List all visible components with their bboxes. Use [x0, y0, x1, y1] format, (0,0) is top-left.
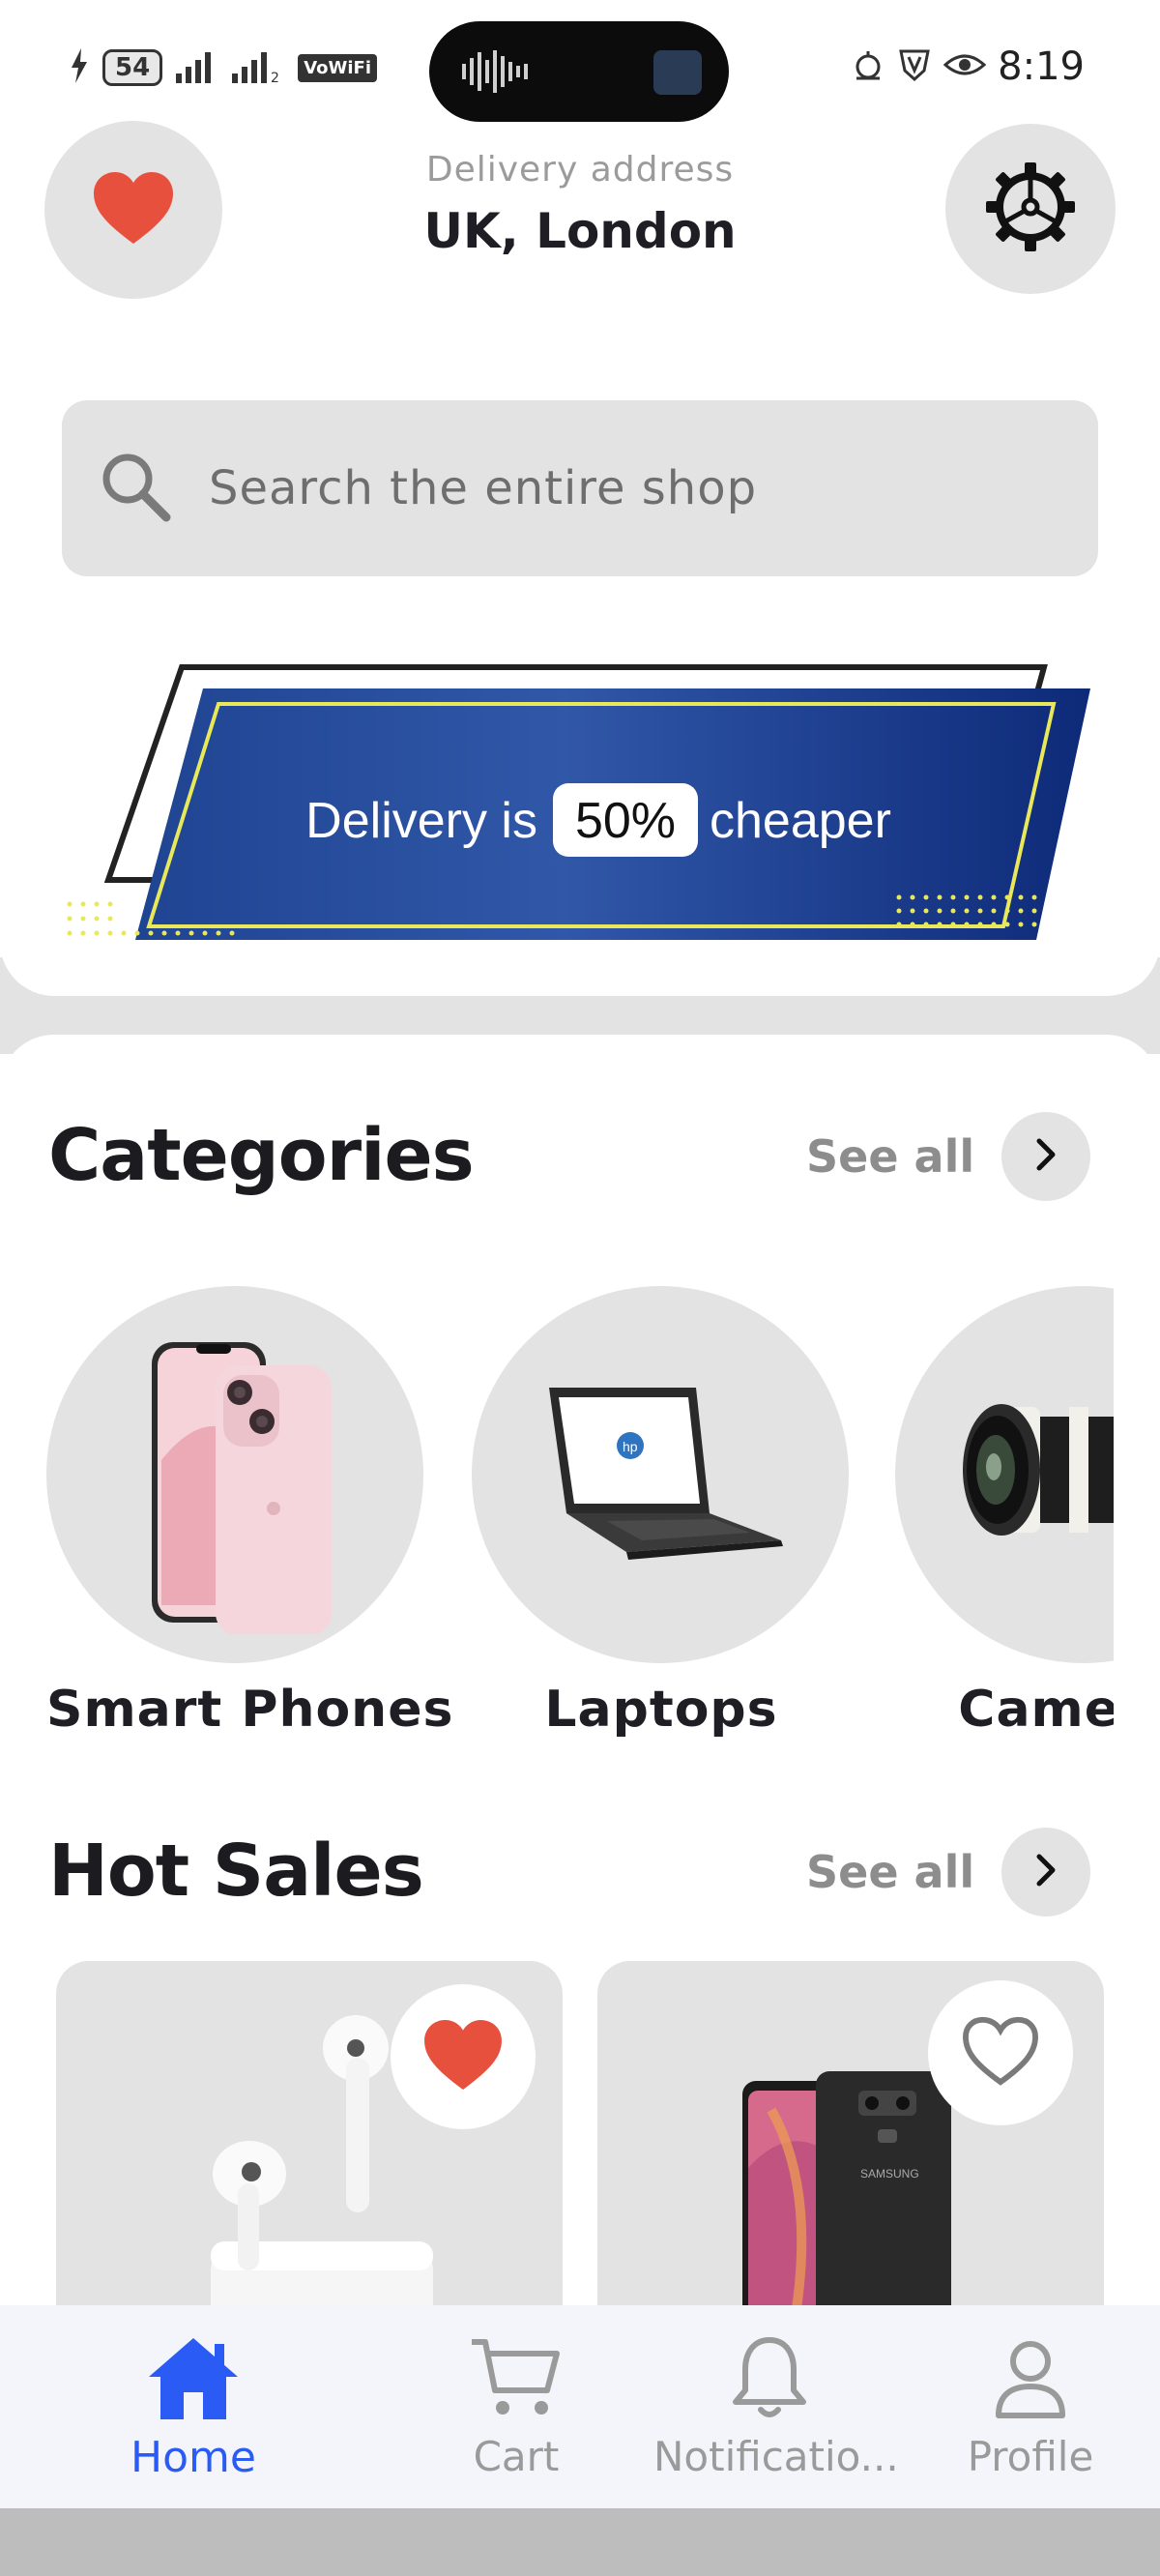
category-label: Cameras [958, 1681, 1114, 1739]
heart-filled-icon [422, 2018, 504, 2095]
category-cameras[interactable]: Cameras [895, 1286, 1114, 1739]
home-icon [145, 2338, 242, 2425]
laptop-image: hp [472, 1286, 849, 1663]
svg-text:hp: hp [623, 1439, 638, 1454]
bell-icon [726, 2337, 813, 2425]
category-smart-phones[interactable]: Smart Phones [46, 1286, 454, 1739]
phone-image [46, 1286, 423, 1663]
system-navigation-bar [0, 2508, 1160, 2576]
favorite-toggle[interactable] [391, 1984, 536, 2129]
dynamic-island [429, 21, 729, 122]
category-label: Laptops [544, 1681, 778, 1739]
promo-banner[interactable]: Delivery is 50% cheaper [58, 658, 1102, 957]
category-laptops[interactable]: hp Laptops [472, 1286, 851, 1739]
svg-text:SAMSUNG: SAMSUNG [860, 2167, 919, 2181]
delivery-address-value: UK, London [423, 203, 737, 259]
clock: 8:19 [998, 44, 1085, 89]
signal-icon-2: 2 [232, 48, 284, 87]
nav-notifications[interactable]: Notificatio... [653, 2334, 899, 2480]
nav-label: Home [130, 2433, 256, 2482]
banner-text-before: Delivery is [305, 793, 537, 849]
nav-cart[interactable]: Cart [400, 2334, 632, 2480]
hot-sales-title: Hot Sales [48, 1830, 424, 1913]
bottom-navigation: Home Cart Notificatio... Profile [0, 2305, 1160, 2508]
delivery-address[interactable]: Delivery address UK, London [290, 150, 870, 259]
nav-home[interactable]: Home [77, 2334, 309, 2482]
nav-label: Notificatio... [653, 2433, 899, 2480]
cart-icon [468, 2339, 565, 2425]
alarm-icon [851, 47, 885, 86]
camera-image [895, 1286, 1114, 1663]
charging-icon [70, 48, 89, 87]
see-all-arrow-button[interactable] [1001, 1828, 1091, 1917]
heart-outline-icon [960, 2014, 1041, 2092]
categories-title: Categories [48, 1114, 475, 1197]
delivery-address-label: Delivery address [425, 150, 735, 190]
vpn-shield-icon [897, 47, 932, 86]
nav-label: Profile [967, 2433, 1094, 2480]
see-all-arrow-button[interactable] [1001, 1112, 1091, 1201]
search-bar[interactable] [62, 400, 1098, 576]
gear-icon [984, 161, 1077, 257]
banner-highlight: 50% [575, 793, 676, 849]
eye-icon [942, 47, 987, 86]
settings-button[interactable] [945, 124, 1116, 294]
favorites-button[interactable] [44, 121, 222, 299]
category-label: Smart Phones [46, 1681, 454, 1739]
nav-label: Cart [473, 2433, 560, 2480]
chevron-right-icon [1031, 1851, 1060, 1893]
hot-sales-see-all[interactable]: See all [806, 1828, 1091, 1917]
search-input[interactable] [209, 461, 1079, 515]
heart-icon [92, 170, 175, 249]
search-icon [99, 450, 172, 527]
svg-text:2: 2 [271, 71, 279, 83]
user-icon [987, 2341, 1074, 2425]
categories-list: Smart Phones hp Laptops Came [0, 1286, 1114, 1750]
banner-text-after: cheaper [710, 793, 891, 849]
vowifi-badge: VoWiFi [298, 53, 377, 82]
status-bar: 54 2 VoWiFi 8:19 [0, 0, 1160, 135]
favorite-toggle[interactable] [928, 1980, 1073, 2125]
categories-see-all[interactable]: See all [806, 1112, 1091, 1201]
see-all-label: See all [806, 1130, 975, 1183]
chevron-right-icon [1031, 1135, 1060, 1178]
nav-profile[interactable]: Profile [914, 2334, 1146, 2480]
see-all-label: See all [806, 1846, 975, 1898]
battery-indicator: 54 [102, 49, 163, 86]
signal-icon [176, 48, 218, 87]
